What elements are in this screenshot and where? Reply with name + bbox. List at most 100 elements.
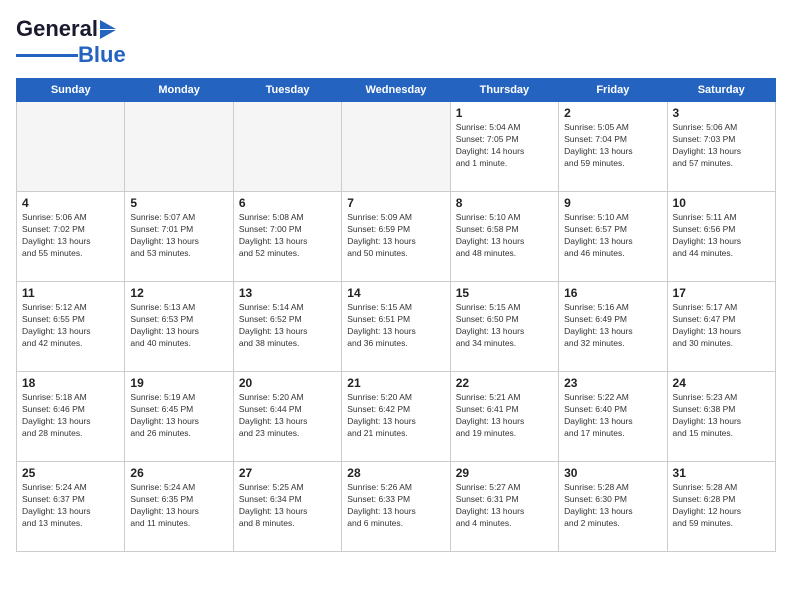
calendar-cell: 12 Sunrise: 5:13 AM Sunset: 6:53 PM Dayli… xyxy=(125,282,233,372)
day-info: Sunrise: 5:28 AM Sunset: 6:28 PM Dayligh… xyxy=(673,482,770,530)
calendar-cell: 17Sunrise: 5:17 AM Sunset: 6:47 PM Dayli… xyxy=(667,282,775,372)
day-number: 3 xyxy=(673,106,770,120)
day-info: Sunrise: 5:25 AM Sunset: 6:34 PM Dayligh… xyxy=(239,482,336,530)
day-header-saturday: Saturday xyxy=(667,79,775,102)
day-number: 11 xyxy=(22,286,119,300)
day-info: Sunrise: 5:10 AM Sunset: 6:57 PM Dayligh… xyxy=(564,212,661,260)
day-number: 19 xyxy=(130,376,227,390)
day-info: Sunrise: 5:09 AM Sunset: 6:59 PM Dayligh… xyxy=(347,212,444,260)
calendar-cell: 11 Sunrise: 5:12 AM Sunset: 6:55 PM Dayli… xyxy=(17,282,125,372)
calendar-cell: 4 Sunrise: 5:06 AM Sunset: 7:02 PM Daylig… xyxy=(17,192,125,282)
day-info: Sunrise: 5:27 AM Sunset: 6:31 PM Dayligh… xyxy=(456,482,553,530)
day-number: 9 xyxy=(564,196,661,210)
calendar-cell xyxy=(125,102,233,192)
day-info: Sunrise: 5:05 AM Sunset: 7:04 PM Dayligh… xyxy=(564,122,661,170)
calendar-cell: 10 Sunrise: 5:11 AM Sunset: 6:56 PM Dayli… xyxy=(667,192,775,282)
day-info: Sunrise: 5:24 AM Sunset: 6:35 PM Dayligh… xyxy=(130,482,227,530)
calendar-cell: 9 Sunrise: 5:10 AM Sunset: 6:57 PM Daylig… xyxy=(559,192,667,282)
day-header-sunday: Sunday xyxy=(17,79,125,102)
logo-general: General xyxy=(16,16,98,42)
day-header-friday: Friday xyxy=(559,79,667,102)
calendar-cell: 18 Sunrise: 5:18 AM Sunset: 6:46 PM Dayli… xyxy=(17,372,125,462)
calendar-cell: 30 Sunrise: 5:28 AM Sunset: 6:30 PM Dayli… xyxy=(559,462,667,552)
day-number: 12 xyxy=(130,286,227,300)
calendar-cell: 13 Sunrise: 5:14 AM Sunset: 6:52 PM Dayli… xyxy=(233,282,341,372)
day-number: 25 xyxy=(22,466,119,480)
day-number: 15 xyxy=(456,286,553,300)
week-row-3: 11 Sunrise: 5:12 AM Sunset: 6:55 PM Dayli… xyxy=(17,282,776,372)
day-info: Sunrise: 5:06 AM Sunset: 7:03 PM Dayligh… xyxy=(673,122,770,170)
calendar-cell: 3 Sunrise: 5:06 AM Sunset: 7:03 PM Daylig… xyxy=(667,102,775,192)
calendar-table: SundayMondayTuesdayWednesdayThursdayFrid… xyxy=(16,78,776,552)
day-info: Sunrise: 5:17 AM Sunset: 6:47 PM Dayligh… xyxy=(673,302,770,350)
logo-blue: Blue xyxy=(78,42,126,68)
calendar-cell xyxy=(233,102,341,192)
calendar-cell: 20 Sunrise: 5:20 AM Sunset: 6:44 PM Dayli… xyxy=(233,372,341,462)
day-number: 14 xyxy=(347,286,444,300)
calendar-cell: 25Sunrise: 5:24 AM Sunset: 6:37 PM Dayli… xyxy=(17,462,125,552)
day-number: 13 xyxy=(239,286,336,300)
day-number: 31 xyxy=(673,466,770,480)
day-number: 16 xyxy=(564,286,661,300)
day-number: 26 xyxy=(130,466,227,480)
day-info: Sunrise: 5:13 AM Sunset: 6:53 PM Dayligh… xyxy=(130,302,227,350)
calendar-cell: 24 Sunrise: 5:23 AM Sunset: 6:38 PM Dayli… xyxy=(667,372,775,462)
day-info: Sunrise: 5:21 AM Sunset: 6:41 PM Dayligh… xyxy=(456,392,553,440)
calendar-cell xyxy=(342,102,450,192)
day-info: Sunrise: 5:14 AM Sunset: 6:52 PM Dayligh… xyxy=(239,302,336,350)
day-number: 30 xyxy=(564,466,661,480)
day-header-tuesday: Tuesday xyxy=(233,79,341,102)
day-info: Sunrise: 5:07 AM Sunset: 7:01 PM Dayligh… xyxy=(130,212,227,260)
calendar-cell: 7 Sunrise: 5:09 AM Sunset: 6:59 PM Daylig… xyxy=(342,192,450,282)
calendar-cell: 15 Sunrise: 5:15 AM Sunset: 6:50 PM Dayli… xyxy=(450,282,558,372)
day-info: Sunrise: 5:28 AM Sunset: 6:30 PM Dayligh… xyxy=(564,482,661,530)
day-info: Sunrise: 5:26 AM Sunset: 6:33 PM Dayligh… xyxy=(347,482,444,530)
day-info: Sunrise: 5:06 AM Sunset: 7:02 PM Dayligh… xyxy=(22,212,119,260)
day-header-thursday: Thursday xyxy=(450,79,558,102)
day-number: 1 xyxy=(456,106,553,120)
day-number: 22 xyxy=(456,376,553,390)
day-number: 7 xyxy=(347,196,444,210)
calendar-cell: 23Sunrise: 5:22 AM Sunset: 6:40 PM Dayli… xyxy=(559,372,667,462)
calendar-cell: 27 Sunrise: 5:25 AM Sunset: 6:34 PM Dayli… xyxy=(233,462,341,552)
day-number: 2 xyxy=(564,106,661,120)
day-info: Sunrise: 5:11 AM Sunset: 6:56 PM Dayligh… xyxy=(673,212,770,260)
week-row-1: 1 Sunrise: 5:04 AM Sunset: 7:05 PM Daylig… xyxy=(17,102,776,192)
calendar-cell: 8Sunrise: 5:10 AM Sunset: 6:58 PM Daylig… xyxy=(450,192,558,282)
day-info: Sunrise: 5:15 AM Sunset: 6:50 PM Dayligh… xyxy=(456,302,553,350)
calendar-cell: 26 Sunrise: 5:24 AM Sunset: 6:35 PM Dayli… xyxy=(125,462,233,552)
day-number: 10 xyxy=(673,196,770,210)
calendar-cell: 22 Sunrise: 5:21 AM Sunset: 6:41 PM Dayli… xyxy=(450,372,558,462)
day-info: Sunrise: 5:18 AM Sunset: 6:46 PM Dayligh… xyxy=(22,392,119,440)
calendar-header-row: SundayMondayTuesdayWednesdayThursdayFrid… xyxy=(17,79,776,102)
week-row-2: 4 Sunrise: 5:06 AM Sunset: 7:02 PM Daylig… xyxy=(17,192,776,282)
day-number: 24 xyxy=(673,376,770,390)
calendar-cell: 16 Sunrise: 5:16 AM Sunset: 6:49 PM Dayli… xyxy=(559,282,667,372)
calendar-cell: 19Sunrise: 5:19 AM Sunset: 6:45 PM Dayli… xyxy=(125,372,233,462)
page-header: General Blue xyxy=(16,16,776,68)
day-header-monday: Monday xyxy=(125,79,233,102)
day-number: 18 xyxy=(22,376,119,390)
day-number: 4 xyxy=(22,196,119,210)
week-row-5: 25Sunrise: 5:24 AM Sunset: 6:37 PM Dayli… xyxy=(17,462,776,552)
calendar-cell: 14 Sunrise: 5:15 AM Sunset: 6:51 PM Dayli… xyxy=(342,282,450,372)
calendar-cell: 1 Sunrise: 5:04 AM Sunset: 7:05 PM Daylig… xyxy=(450,102,558,192)
day-info: Sunrise: 5:04 AM Sunset: 7:05 PM Dayligh… xyxy=(456,122,553,170)
calendar-cell: 5 Sunrise: 5:07 AM Sunset: 7:01 PM Daylig… xyxy=(125,192,233,282)
day-number: 29 xyxy=(456,466,553,480)
day-number: 27 xyxy=(239,466,336,480)
calendar-cell: 31 Sunrise: 5:28 AM Sunset: 6:28 PM Dayli… xyxy=(667,462,775,552)
day-info: Sunrise: 5:15 AM Sunset: 6:51 PM Dayligh… xyxy=(347,302,444,350)
day-info: Sunrise: 5:22 AM Sunset: 6:40 PM Dayligh… xyxy=(564,392,661,440)
day-info: Sunrise: 5:10 AM Sunset: 6:58 PM Dayligh… xyxy=(456,212,553,260)
day-header-wednesday: Wednesday xyxy=(342,79,450,102)
day-info: Sunrise: 5:16 AM Sunset: 6:49 PM Dayligh… xyxy=(564,302,661,350)
day-info: Sunrise: 5:20 AM Sunset: 6:44 PM Dayligh… xyxy=(239,392,336,440)
day-number: 20 xyxy=(239,376,336,390)
calendar-cell: 2 Sunrise: 5:05 AM Sunset: 7:04 PM Daylig… xyxy=(559,102,667,192)
calendar-cell: 21Sunrise: 5:20 AM Sunset: 6:42 PM Dayli… xyxy=(342,372,450,462)
day-info: Sunrise: 5:12 AM Sunset: 6:55 PM Dayligh… xyxy=(22,302,119,350)
week-row-4: 18 Sunrise: 5:18 AM Sunset: 6:46 PM Dayli… xyxy=(17,372,776,462)
day-info: Sunrise: 5:23 AM Sunset: 6:38 PM Dayligh… xyxy=(673,392,770,440)
day-number: 5 xyxy=(130,196,227,210)
